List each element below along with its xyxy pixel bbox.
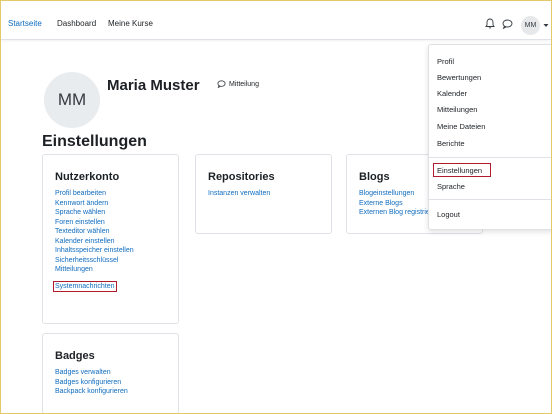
card-nutzerkonto: Nutzerkonto Profil bearbeiten Kennwort ä… bbox=[42, 154, 179, 324]
link-kalender-einstellen[interactable]: Kalender einstellen bbox=[55, 237, 134, 247]
menu-item-logout[interactable]: Logout bbox=[437, 210, 460, 219]
user-dropdown-menu: Profil Bewertungen Kalender Mitteilungen… bbox=[428, 44, 552, 230]
user-menu-avatar[interactable]: MM bbox=[521, 16, 540, 35]
link-badges-verwalten[interactable]: Badges verwalten bbox=[55, 368, 128, 378]
bell-icon[interactable] bbox=[485, 18, 495, 29]
card-title-badges: Badges bbox=[55, 350, 95, 362]
menu-item-sprache[interactable]: Sprache bbox=[437, 182, 465, 191]
link-backpack-konfigurieren[interactable]: Backpack konfigurieren bbox=[55, 387, 128, 397]
menu-divider bbox=[429, 157, 552, 158]
menu-item-bewertungen[interactable]: Bewertungen bbox=[437, 73, 481, 82]
card-links-badges: Badges verwalten Badges konfigurieren Ba… bbox=[55, 368, 128, 397]
message-link-label: Mitteilung bbox=[229, 80, 259, 88]
highlight-systemnachrichten: Systemnachrichten bbox=[53, 280, 117, 292]
nav-link-startseite[interactable]: Startseite bbox=[8, 19, 42, 28]
link-kennwort-aendern[interactable]: Kennwort ändern bbox=[55, 199, 134, 209]
page-title: Einstellungen bbox=[42, 133, 147, 150]
menu-item-mitteilungen[interactable]: Mitteilungen bbox=[437, 105, 477, 114]
profile-avatar: MM bbox=[44, 72, 100, 128]
link-mitteilungen[interactable]: Mitteilungen bbox=[55, 265, 134, 275]
link-sicherheitsschluessel[interactable]: Sicherheitsschlüssel bbox=[55, 256, 134, 266]
card-repositories: Repositories Instanzen verwalten bbox=[195, 154, 332, 234]
chevron-down-icon[interactable] bbox=[543, 23, 549, 28]
menu-item-meine-dateien[interactable]: Meine Dateien bbox=[437, 122, 485, 131]
link-foren-einstellen[interactable]: Foren einstellen bbox=[55, 218, 134, 228]
card-links-nutzerkonto: Profil bearbeiten Kennwort ändern Sprach… bbox=[53, 189, 134, 293]
message-link[interactable]: Mitteilung bbox=[217, 80, 259, 88]
link-profil-bearbeiten[interactable]: Profil bearbeiten bbox=[55, 189, 134, 199]
card-title-nutzerkonto: Nutzerkonto bbox=[55, 171, 120, 183]
menu-item-einstellungen[interactable]: Einstellungen bbox=[437, 166, 482, 175]
link-instanzen-verwalten[interactable]: Instanzen verwalten bbox=[208, 189, 270, 199]
card-title-repositories: Repositories bbox=[208, 171, 275, 183]
card-badges: Badges Badges verwalten Badges konfiguri… bbox=[42, 333, 179, 414]
user-fullname: Maria Muster bbox=[107, 77, 200, 94]
link-sprache-waehlen[interactable]: Sprache wählen bbox=[55, 208, 134, 218]
card-title-blogs: Blogs bbox=[359, 171, 390, 183]
menu-divider bbox=[429, 199, 552, 200]
menu-item-berichte[interactable]: Berichte bbox=[437, 139, 465, 148]
link-texteditor-waehlen[interactable]: Texteditor wählen bbox=[55, 227, 134, 237]
nav-link-dashboard[interactable]: Dashboard bbox=[57, 19, 96, 28]
card-links-repositories: Instanzen verwalten bbox=[208, 189, 270, 199]
nav-link-meine-kurse[interactable]: Meine Kurse bbox=[108, 19, 153, 28]
chat-icon[interactable] bbox=[502, 19, 513, 29]
link-inhaltsspeicher-einstellen[interactable]: Inhaltsspeicher einstellen bbox=[55, 246, 134, 256]
top-navbar: Startseite Dashboard Meine Kurse MM bbox=[0, 0, 552, 40]
menu-item-profil[interactable]: Profil bbox=[437, 57, 454, 66]
link-systemnachrichten[interactable]: Systemnachrichten bbox=[55, 282, 115, 292]
link-badges-konfigurieren[interactable]: Badges konfigurieren bbox=[55, 378, 128, 388]
chat-icon bbox=[217, 80, 226, 88]
menu-item-kalender[interactable]: Kalender bbox=[437, 89, 467, 98]
